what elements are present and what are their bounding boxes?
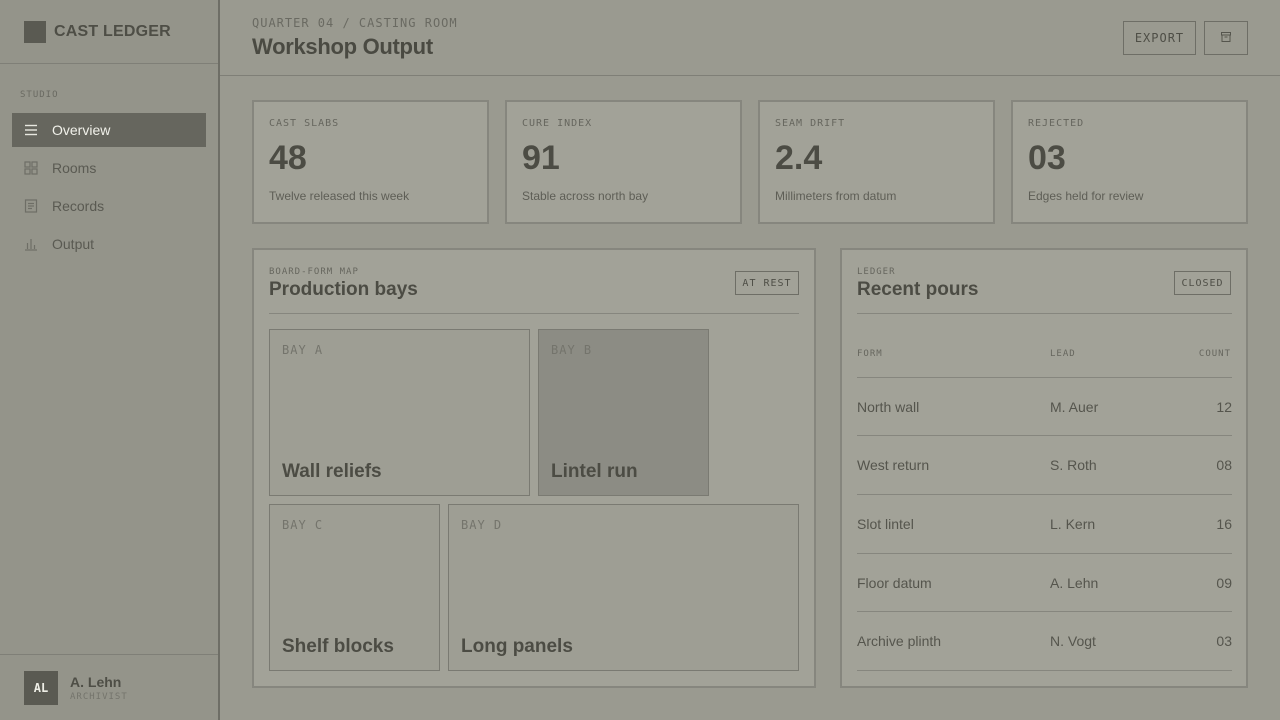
stat-caption: Twelve released this week <box>269 189 410 203</box>
row-divider <box>857 377 1232 378</box>
cell-lead: N. Vogt <box>1050 633 1096 649</box>
row-divider <box>857 435 1232 436</box>
sidebar: CAST LEDGER STUDIO Overview Rooms Record… <box>0 0 220 720</box>
cell-form: Slot lintel <box>857 516 914 532</box>
cell-count: 16 <box>1216 516 1232 532</box>
bay-name: Long panels <box>461 636 573 657</box>
cell-count: 08 <box>1216 457 1232 473</box>
breadcrumb: QUARTER 04 / CASTING ROOM <box>252 16 458 30</box>
bay-d-tile[interactable]: BAY D Long panels <box>448 504 799 671</box>
stat-value: 03 <box>1028 139 1066 177</box>
user-role: ARCHIVIST <box>70 691 128 702</box>
table-row[interactable]: West return S. Roth 08 <box>857 435 1232 493</box>
status-badge: CLOSED <box>1174 271 1231 295</box>
user-profile[interactable]: AL A. Lehn ARCHIVIST <box>0 654 218 720</box>
divider <box>269 313 799 314</box>
bay-a-tile[interactable]: BAY A Wall reliefs <box>269 329 530 496</box>
grid-icon <box>24 161 38 175</box>
sidebar-item-label: Overview <box>52 122 111 138</box>
page-title: Workshop Output <box>252 34 433 59</box>
bay-code: BAY A <box>282 343 324 357</box>
cell-form: West return <box>857 457 930 473</box>
cell-lead: S. Roth <box>1050 457 1097 473</box>
table-row[interactable]: Floor datum A. Lehn 09 <box>857 553 1232 611</box>
cell-form: Floor datum <box>857 575 932 591</box>
sidebar-item-label: Rooms <box>52 160 97 176</box>
cell-form: North wall <box>857 399 920 415</box>
bay-name: Shelf blocks <box>282 636 394 657</box>
stat-label: CURE INDEX <box>522 118 593 129</box>
user-info: A. Lehn ARCHIVIST <box>70 674 128 702</box>
export-button[interactable]: EXPORT <box>1123 21 1196 55</box>
cell-form: Archive plinth <box>857 633 942 649</box>
sidebar-item-rooms[interactable]: Rooms <box>12 151 206 185</box>
bay-code: BAY C <box>282 518 324 532</box>
brand-logo-icon <box>24 20 46 43</box>
avatar: AL <box>24 670 58 705</box>
stat-card-cure-index: CURE INDEX 91 Stable across north bay <box>505 100 742 224</box>
stat-card-rejected: REJECTED 03 Edges held for review <box>1011 100 1248 224</box>
sidebar-nav: Overview Rooms Records Output <box>12 113 206 265</box>
stat-value: 2.4 <box>775 139 823 177</box>
row-divider <box>857 494 1232 495</box>
brand[interactable]: CAST LEDGER <box>0 0 218 64</box>
bay-name: Wall reliefs <box>282 461 382 482</box>
sidebar-item-label: Records <box>52 198 105 214</box>
row-divider <box>857 553 1232 554</box>
bay-c-tile[interactable]: BAY C Shelf blocks <box>269 504 440 671</box>
table-row[interactable]: North wall M. Auer 12 <box>857 377 1232 435</box>
sidebar-item-overview[interactable]: Overview <box>12 113 206 147</box>
sidebar-item-label: Output <box>52 236 95 252</box>
bay-code: BAY B <box>551 343 593 357</box>
panel-kicker: BOARD-FORM MAP <box>269 267 359 277</box>
stat-label: SEAM DRIFT <box>775 118 846 129</box>
column-header-lead: LEAD <box>1050 349 1076 359</box>
table-row[interactable]: Slot lintel L. Kern 16 <box>857 494 1232 552</box>
cell-lead: A. Lehn <box>1050 575 1099 591</box>
cell-lead: L. Kern <box>1050 516 1096 532</box>
bay-code: BAY D <box>461 518 503 532</box>
bay-name: Lintel run <box>551 461 638 482</box>
page-header: QUARTER 04 / CASTING ROOM Workshop Outpu… <box>220 0 1280 76</box>
panel-title: Recent pours <box>857 279 979 300</box>
document-icon <box>24 199 38 213</box>
cell-lead: M. Auer <box>1050 399 1099 415</box>
stat-card-cast-slabs: CAST SLABS 48 Twelve released this week <box>252 100 489 224</box>
divider <box>857 313 1232 314</box>
stat-value: 91 <box>522 139 560 177</box>
status-badge: AT REST <box>735 271 799 295</box>
panel-title: Production bays <box>269 279 418 300</box>
stat-caption: Millimeters from datum <box>775 189 897 203</box>
production-bays-panel: BOARD-FORM MAP Production bays AT REST B… <box>252 248 816 688</box>
stat-caption: Stable across north bay <box>522 189 649 203</box>
panel-kicker: LEDGER <box>857 267 896 277</box>
archive-button[interactable] <box>1204 21 1248 55</box>
row-divider <box>857 670 1232 671</box>
cell-count: 03 <box>1216 633 1232 649</box>
cell-count: 09 <box>1216 575 1232 591</box>
stat-label: CAST SLABS <box>269 118 340 129</box>
column-header-form: FORM <box>857 349 883 359</box>
bay-b-tile[interactable]: BAY B Lintel run <box>538 329 709 496</box>
brand-name: CAST LEDGER <box>54 22 171 40</box>
sidebar-item-records[interactable]: Records <box>12 189 206 223</box>
stat-label: REJECTED <box>1028 118 1085 129</box>
bar-chart-icon <box>24 237 38 251</box>
column-header-count: COUNT <box>1198 349 1231 359</box>
menu-icon <box>24 123 38 137</box>
row-divider <box>857 611 1232 612</box>
table-row[interactable]: Archive plinth N. Vogt 03 <box>857 611 1232 669</box>
stat-value: 48 <box>269 139 307 177</box>
archive-icon <box>1220 31 1232 46</box>
sidebar-item-output[interactable]: Output <box>12 227 206 261</box>
user-name: A. Lehn <box>70 673 122 690</box>
sidebar-section-label: STUDIO <box>20 90 59 100</box>
stat-card-seam-drift: SEAM DRIFT 2.4 Millimeters from datum <box>758 100 995 224</box>
recent-pours-panel: LEDGER Recent pours CLOSED FORM LEAD COU… <box>840 248 1248 688</box>
cell-count: 12 <box>1216 399 1232 415</box>
stat-caption: Edges held for review <box>1028 189 1144 203</box>
